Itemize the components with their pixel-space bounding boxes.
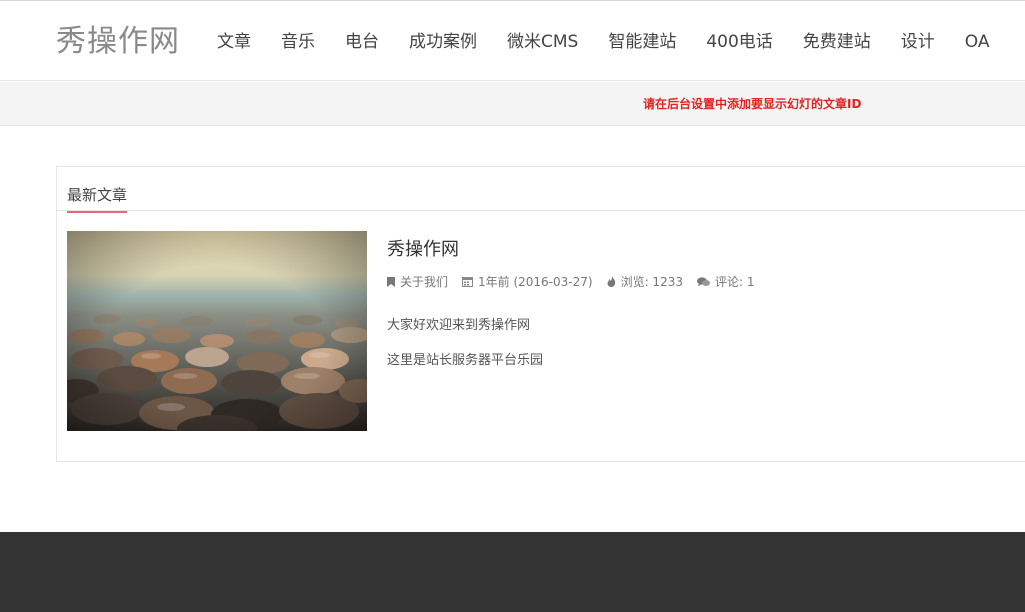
nav-item-music[interactable]: 音乐 — [281, 30, 315, 54]
post-comments[interactable]: 评论: 1 — [696, 273, 755, 290]
nav-item-free-site[interactable]: 免费建站 — [803, 30, 871, 54]
comments-icon — [696, 276, 710, 286]
nav-item-design[interactable]: 设计 — [901, 30, 935, 54]
nav-item-oa[interactable]: OA — [965, 30, 990, 54]
panel-header: 最新文章 — [57, 167, 1025, 213]
post-title[interactable]: 秀操作网 — [387, 235, 459, 261]
main-nav: 文章 音乐 电台 成功案例 微米CMS 智能建站 400电话 免费建站 设计 O… — [217, 30, 1020, 54]
post-date-label: 1年前 (2016-03-27) — [478, 275, 593, 289]
flame-icon — [607, 276, 615, 287]
nav-item-smart-site[interactable]: 智能建站 — [608, 30, 676, 54]
bookmark-icon — [387, 276, 395, 287]
nav-item-400-phone[interactable]: 400电话 — [706, 30, 772, 54]
post-views: 浏览: 1233 — [607, 273, 683, 290]
banner-message: 请在后台设置中添加要显示幻灯的文章ID — [643, 97, 862, 111]
calendar-icon — [462, 277, 474, 287]
post-excerpt-line-1: 大家好欢迎来到秀操作网 — [387, 318, 531, 333]
panel-title: 最新文章 — [67, 184, 128, 213]
site-logo[interactable]: 秀操作网 — [56, 23, 180, 61]
site-header: 秀操作网 文章 音乐 电台 成功案例 微米CMS 智能建站 400电话 免费建站… — [0, 1, 1025, 81]
nav-item-radio[interactable]: 电台 — [345, 30, 379, 54]
post-excerpt-line-2: 这里是站长服务器平台乐园 — [387, 353, 544, 368]
post-thumbnail[interactable] — [67, 231, 367, 431]
nav-item-weimi-cms[interactable]: 微米CMS — [507, 30, 578, 54]
post-category-label: 关于我们 — [400, 275, 449, 289]
post-meta: 关于我们 1年前 (2016-03-27) 浏览: 1233 评论: 1 — [387, 273, 768, 290]
site-footer — [0, 532, 1025, 612]
slider-banner: 请在后台设置中添加要显示幻灯的文章ID — [0, 82, 1025, 126]
post-date: 1年前 (2016-03-27) — [462, 273, 593, 290]
post-category[interactable]: 关于我们 — [387, 273, 448, 290]
post-views-label: 浏览: 1233 — [620, 275, 683, 289]
latest-posts-panel: 最新文章 秀操作网 关于我们 1年前 (2016-03-27) 浏览: 1233… — [56, 166, 1025, 462]
post-comments-label: 评论: 1 — [714, 275, 755, 289]
nav-item-cases[interactable]: 成功案例 — [409, 30, 477, 54]
nav-item-articles[interactable]: 文章 — [217, 30, 251, 54]
pebbles-image — [67, 231, 367, 431]
